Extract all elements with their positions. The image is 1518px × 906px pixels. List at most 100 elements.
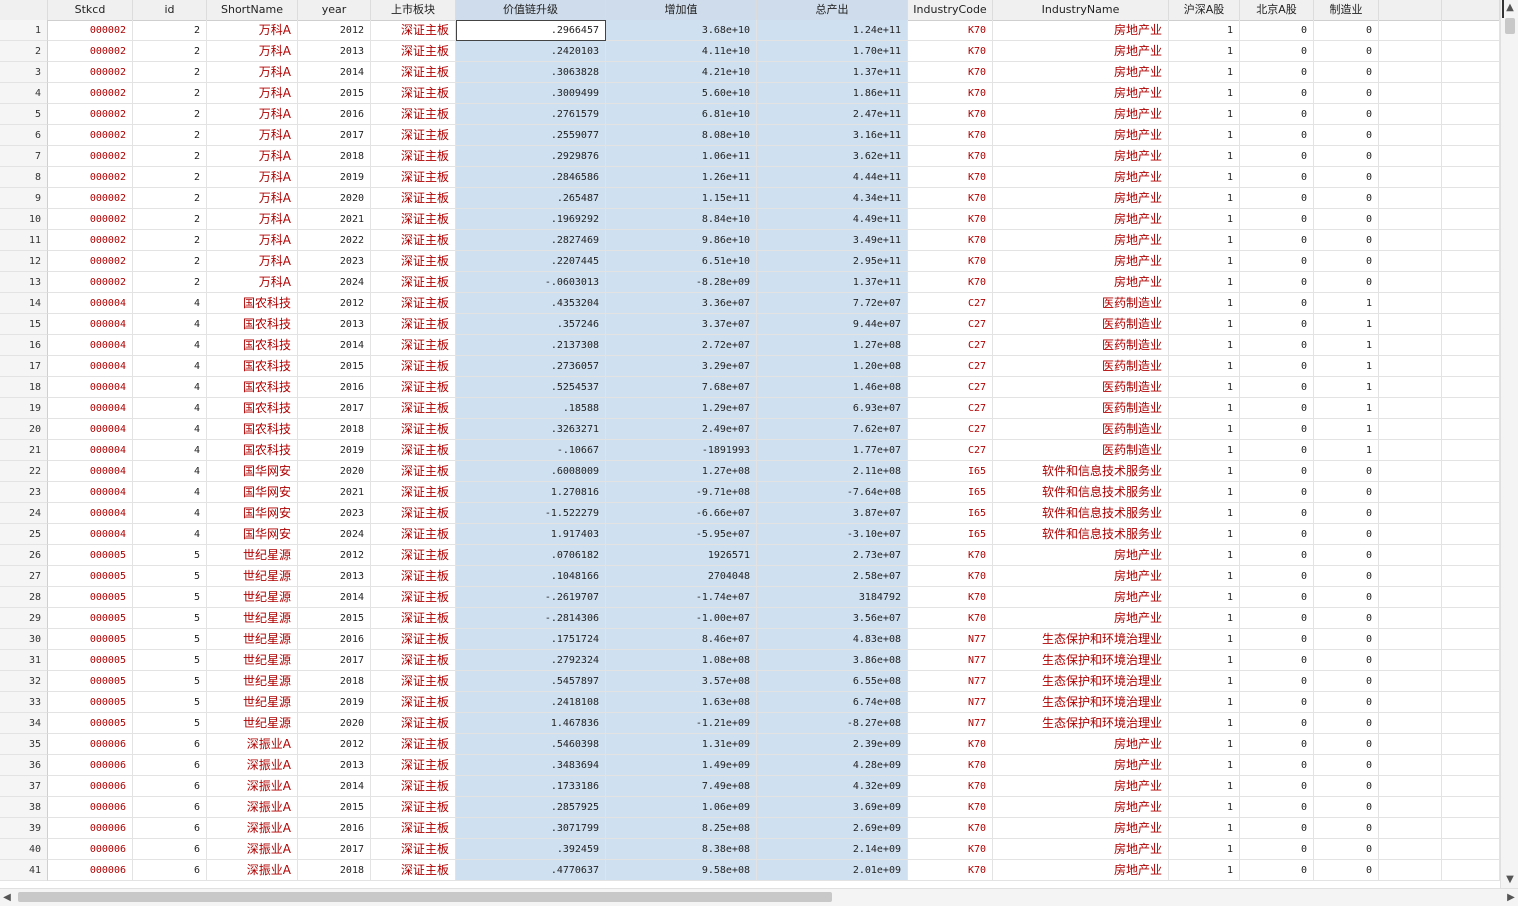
- industry-name-cell[interactable]: 生态保护和环境治理业: [993, 713, 1169, 734]
- shsz-a-cell[interactable]: 1: [1169, 188, 1240, 209]
- total-output-cell[interactable]: 9.44e+07: [757, 314, 908, 335]
- year-cell[interactable]: 2024: [298, 272, 371, 293]
- id-cell[interactable]: 4: [133, 314, 207, 335]
- empty-cell[interactable]: [1442, 461, 1500, 482]
- manufacturing-cell[interactable]: 0: [1314, 20, 1379, 41]
- year-cell[interactable]: 2014: [298, 587, 371, 608]
- industry-name-cell[interactable]: 房地产业: [993, 587, 1169, 608]
- id-cell[interactable]: 4: [133, 461, 207, 482]
- shortname-cell[interactable]: 国华网安: [207, 482, 298, 503]
- empty-cell[interactable]: [1379, 398, 1442, 419]
- vcu-cell[interactable]: .357246: [456, 314, 606, 335]
- year-cell[interactable]: 2021: [298, 209, 371, 230]
- industry-name-cell[interactable]: 房地产业: [993, 167, 1169, 188]
- vcu-cell[interactable]: .0706182: [456, 545, 606, 566]
- horizontal-scrollbar[interactable]: ◀ ▶: [0, 888, 1518, 906]
- vcu-cell[interactable]: .1751724: [456, 629, 606, 650]
- column-header[interactable]: IndustryCode: [908, 0, 993, 20]
- industry-name-cell[interactable]: 医药制造业: [993, 440, 1169, 461]
- industry-code-cell[interactable]: K70: [908, 146, 993, 167]
- value-added-cell[interactable]: 6.81e+10: [606, 104, 757, 125]
- empty-cell[interactable]: [1442, 482, 1500, 503]
- row-number[interactable]: 36: [0, 755, 48, 776]
- board-cell[interactable]: 深证主板: [371, 335, 456, 356]
- year-cell[interactable]: 2015: [298, 797, 371, 818]
- empty-cell[interactable]: [1379, 230, 1442, 251]
- bj-a-cell[interactable]: 0: [1240, 104, 1314, 125]
- shortname-cell[interactable]: 国农科技: [207, 440, 298, 461]
- year-cell[interactable]: 2015: [298, 356, 371, 377]
- board-cell[interactable]: 深证主板: [371, 440, 456, 461]
- column-header[interactable]: 总产出: [757, 0, 908, 20]
- stkcd-cell[interactable]: 000004: [48, 314, 133, 335]
- id-cell[interactable]: 2: [133, 104, 207, 125]
- manufacturing-cell[interactable]: 0: [1314, 209, 1379, 230]
- row-number[interactable]: 31: [0, 650, 48, 671]
- industry-name-cell[interactable]: 房地产业: [993, 230, 1169, 251]
- stkcd-cell[interactable]: 000005: [48, 587, 133, 608]
- year-cell[interactable]: 2020: [298, 461, 371, 482]
- shortname-cell[interactable]: 万科A: [207, 125, 298, 146]
- empty-cell[interactable]: [1379, 146, 1442, 167]
- industry-code-cell[interactable]: K70: [908, 608, 993, 629]
- board-cell[interactable]: 深证主板: [371, 797, 456, 818]
- shortname-cell[interactable]: 万科A: [207, 230, 298, 251]
- empty-cell[interactable]: [1379, 713, 1442, 734]
- value-added-cell[interactable]: 1926571: [606, 545, 757, 566]
- year-cell[interactable]: 2024: [298, 524, 371, 545]
- shsz-a-cell[interactable]: 1: [1169, 797, 1240, 818]
- empty-cell[interactable]: [1442, 335, 1500, 356]
- year-cell[interactable]: 2016: [298, 818, 371, 839]
- vcu-cell[interactable]: -.0603013: [456, 272, 606, 293]
- board-cell[interactable]: 深证主板: [371, 734, 456, 755]
- industry-name-cell[interactable]: 房地产业: [993, 209, 1169, 230]
- shortname-cell[interactable]: 深振业A: [207, 734, 298, 755]
- id-cell[interactable]: 6: [133, 818, 207, 839]
- value-added-cell[interactable]: 1.49e+09: [606, 755, 757, 776]
- shortname-cell[interactable]: 国华网安: [207, 503, 298, 524]
- bj-a-cell[interactable]: 0: [1240, 398, 1314, 419]
- total-output-cell[interactable]: -8.27e+08: [757, 713, 908, 734]
- vcu-cell[interactable]: .4353204: [456, 293, 606, 314]
- empty-cell[interactable]: [1442, 41, 1500, 62]
- vcu-cell[interactable]: -.10667: [456, 440, 606, 461]
- row-number[interactable]: 20: [0, 419, 48, 440]
- empty-cell[interactable]: [1442, 776, 1500, 797]
- id-cell[interactable]: 5: [133, 692, 207, 713]
- industry-code-cell[interactable]: K70: [908, 62, 993, 83]
- row-number[interactable]: 22: [0, 461, 48, 482]
- bj-a-cell[interactable]: 0: [1240, 377, 1314, 398]
- board-cell[interactable]: 深证主板: [371, 566, 456, 587]
- industry-name-cell[interactable]: 房地产业: [993, 734, 1169, 755]
- industry-name-cell[interactable]: 房地产业: [993, 755, 1169, 776]
- year-cell[interactable]: 2012: [298, 20, 371, 41]
- manufacturing-cell[interactable]: 0: [1314, 524, 1379, 545]
- industry-code-cell[interactable]: K70: [908, 83, 993, 104]
- stkcd-cell[interactable]: 000006: [48, 776, 133, 797]
- column-header[interactable]: 增加值: [606, 0, 757, 20]
- industry-code-cell[interactable]: C27: [908, 293, 993, 314]
- value-added-cell[interactable]: 8.84e+10: [606, 209, 757, 230]
- total-output-cell[interactable]: 3.62e+11: [757, 146, 908, 167]
- industry-code-cell[interactable]: K70: [908, 272, 993, 293]
- stkcd-cell[interactable]: 000002: [48, 104, 133, 125]
- total-output-cell[interactable]: 2.11e+08: [757, 461, 908, 482]
- id-cell[interactable]: 5: [133, 587, 207, 608]
- total-output-cell[interactable]: 4.28e+09: [757, 755, 908, 776]
- value-added-cell[interactable]: 7.68e+07: [606, 377, 757, 398]
- manufacturing-cell[interactable]: 0: [1314, 62, 1379, 83]
- empty-cell[interactable]: [1379, 440, 1442, 461]
- stkcd-cell[interactable]: 000002: [48, 83, 133, 104]
- industry-code-cell[interactable]: C27: [908, 419, 993, 440]
- empty-cell[interactable]: [1442, 440, 1500, 461]
- board-cell[interactable]: 深证主板: [371, 692, 456, 713]
- manufacturing-cell[interactable]: 0: [1314, 272, 1379, 293]
- shsz-a-cell[interactable]: 1: [1169, 629, 1240, 650]
- id-cell[interactable]: 4: [133, 482, 207, 503]
- manufacturing-cell[interactable]: 0: [1314, 650, 1379, 671]
- row-number[interactable]: 9: [0, 188, 48, 209]
- bj-a-cell[interactable]: 0: [1240, 188, 1314, 209]
- bj-a-cell[interactable]: 0: [1240, 461, 1314, 482]
- shortname-cell[interactable]: 深振业A: [207, 860, 298, 881]
- board-cell[interactable]: 深证主板: [371, 62, 456, 83]
